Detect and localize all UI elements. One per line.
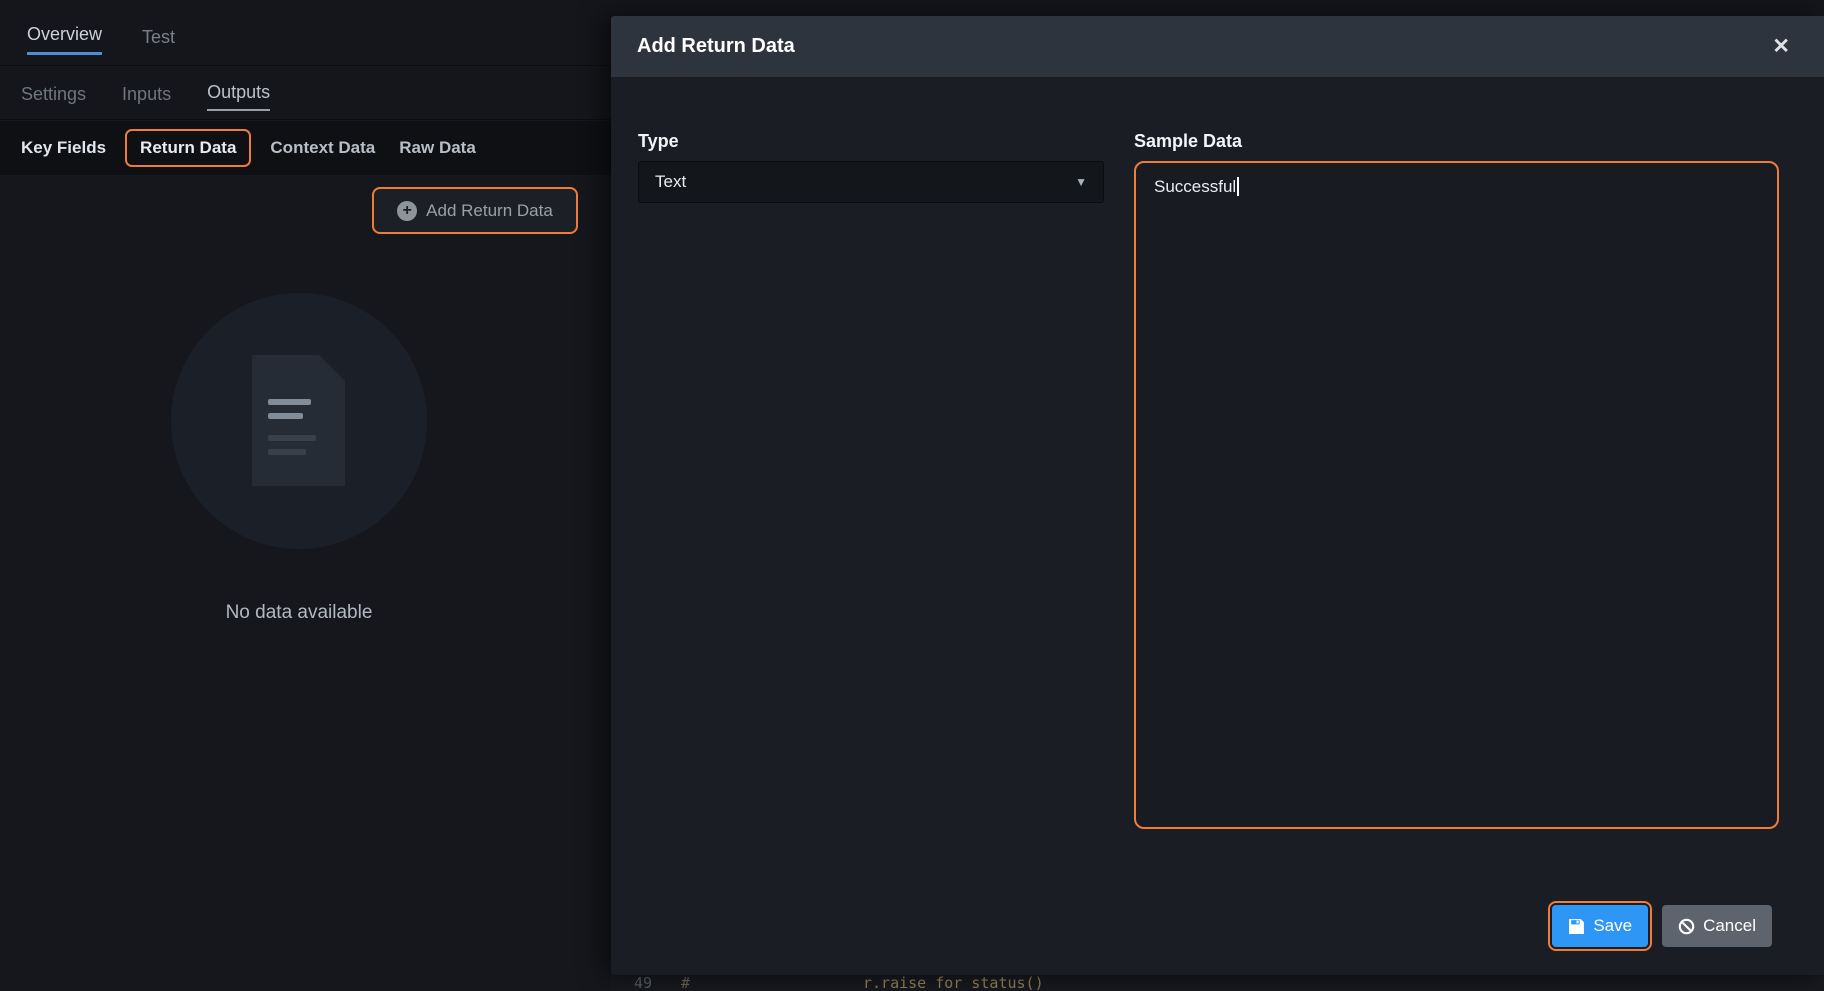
subtab-key-fields[interactable]: Key Fields bbox=[9, 130, 118, 166]
add-return-data-button-label: Add Return Data bbox=[426, 201, 553, 221]
modal-footer: Save Cancel bbox=[1552, 905, 1772, 947]
save-button-label: Save bbox=[1593, 916, 1632, 936]
save-button[interactable]: Save bbox=[1552, 905, 1648, 947]
sample-data-textarea[interactable]: Successful bbox=[1134, 161, 1779, 829]
modal-title: Add Return Data bbox=[637, 35, 795, 58]
tab-test[interactable]: Test bbox=[142, 27, 175, 55]
sample-data-label: Sample Data bbox=[1134, 131, 1242, 152]
type-select[interactable]: Text ▼ bbox=[638, 161, 1104, 203]
cancel-button[interactable]: Cancel bbox=[1662, 905, 1772, 947]
subtab-context-data[interactable]: Context Data bbox=[258, 130, 387, 166]
modal-header: Add Return Data ✕ bbox=[611, 16, 1824, 77]
cancel-icon bbox=[1678, 918, 1695, 935]
document-icon bbox=[252, 355, 345, 486]
tab-inputs[interactable]: Inputs bbox=[122, 84, 171, 111]
empty-state bbox=[171, 293, 427, 549]
document-fold-corner bbox=[319, 355, 345, 381]
tab-overview[interactable]: Overview bbox=[27, 24, 102, 55]
app-screen: Overview Test Settings Inputs Outputs Ke… bbox=[0, 0, 1824, 991]
cancel-button-label: Cancel bbox=[1703, 916, 1756, 936]
tab-outputs[interactable]: Outputs bbox=[207, 82, 270, 111]
type-label: Type bbox=[638, 131, 679, 152]
sample-data-text: Successful bbox=[1154, 177, 1236, 196]
add-return-data-button[interactable]: + Add Return Data bbox=[372, 187, 578, 234]
code-comment-hash: # bbox=[681, 975, 690, 991]
add-return-data-modal: Add Return Data ✕ Type Text ▼ Sample Dat… bbox=[611, 16, 1824, 975]
text-cursor bbox=[1237, 177, 1239, 196]
type-select-value: Text bbox=[655, 172, 686, 192]
code-line-text: r.raise_for_status() bbox=[863, 975, 1044, 991]
chevron-down-icon: ▼ bbox=[1075, 175, 1087, 189]
code-editor-peek: 49 # r.raise_for_status() bbox=[611, 975, 1824, 991]
plus-icon: + bbox=[397, 201, 417, 221]
subtab-raw-data[interactable]: Raw Data bbox=[387, 130, 488, 166]
close-icon[interactable]: ✕ bbox=[1764, 32, 1798, 61]
save-icon bbox=[1568, 918, 1585, 935]
no-data-available-text: No data available bbox=[226, 602, 373, 624]
subtab-return-data[interactable]: Return Data bbox=[125, 129, 251, 167]
code-line-number: 49 bbox=[634, 975, 652, 991]
tab-settings[interactable]: Settings bbox=[21, 84, 86, 111]
